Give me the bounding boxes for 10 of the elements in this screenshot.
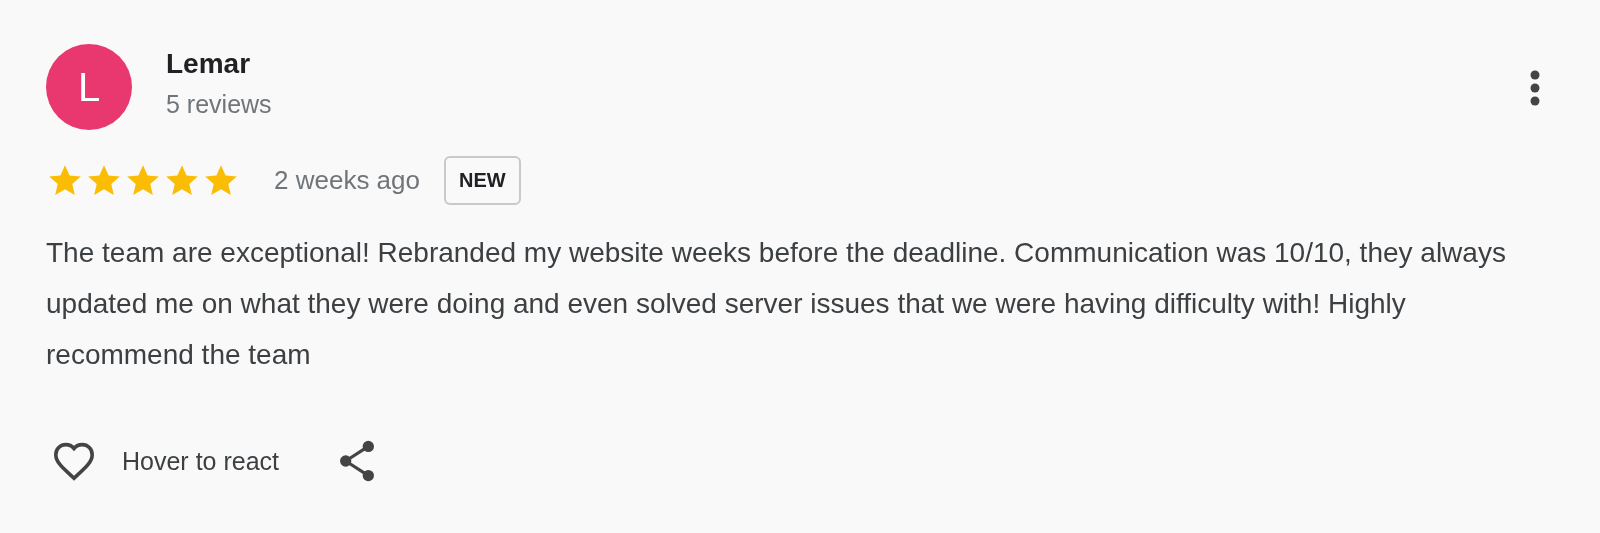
author-name: Lemar xyxy=(166,48,252,80)
new-badge: NEW xyxy=(444,156,521,205)
review-text: The team are exceptional! Rebranded my website weeks before the deadline. Communication was 10/10, they always updated me on what they were doing and even solved server issues that we were having difficulty with! Highly recommend the team xyxy=(46,236,1506,372)
heart-icon[interactable] xyxy=(52,441,96,481)
share-icon[interactable] xyxy=(337,440,377,482)
avatar: L xyxy=(46,44,132,130)
react-label[interactable]: Hover to react xyxy=(122,446,279,476)
review-count: 5 reviews xyxy=(166,90,272,119)
review-time: 2 weeks ago xyxy=(274,165,420,196)
more-menu-icon[interactable] xyxy=(1530,70,1540,106)
